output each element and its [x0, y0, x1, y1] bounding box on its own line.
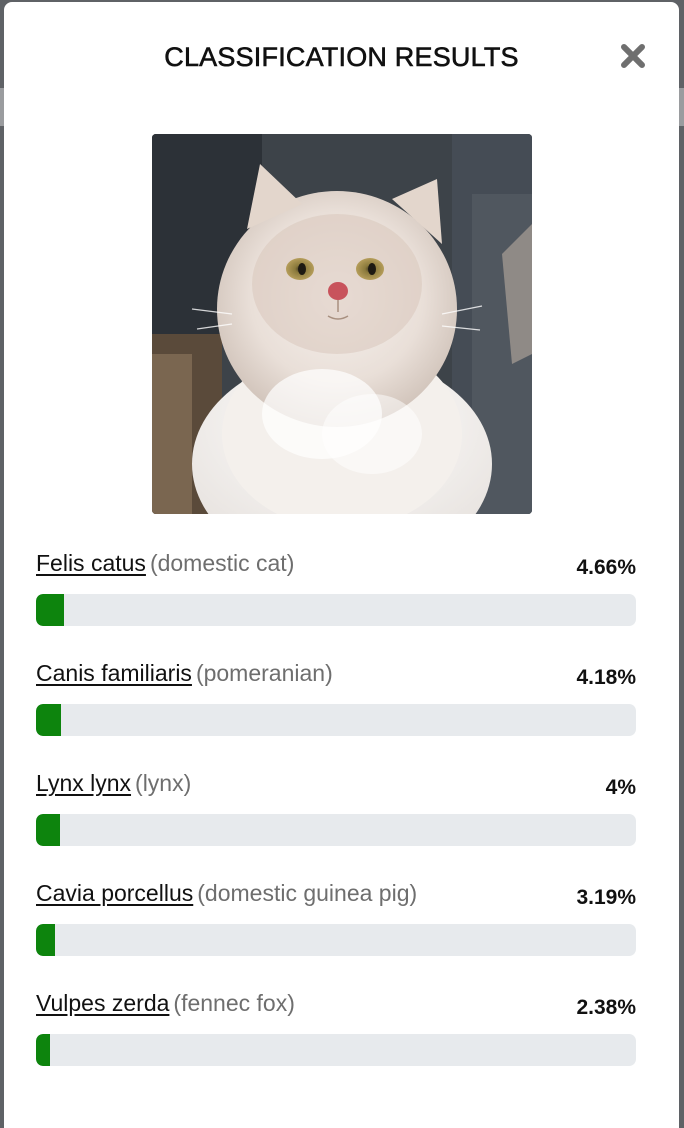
- common-name: (domestic cat): [149, 550, 295, 576]
- classified-photo: [152, 134, 532, 514]
- classification-modal: CLASSIFICATION RESULTS Felis catus (dome…: [4, 2, 679, 1128]
- confidence-bar: [36, 704, 636, 736]
- common-name: (pomeranian): [195, 660, 333, 686]
- cat-photo-illustration: [152, 134, 532, 514]
- confidence-percent: 3.19%: [576, 886, 636, 909]
- confidence-bar-fill: [36, 704, 62, 736]
- result-item: Vulpes zerda (fennec fox) 2.38%: [36, 990, 636, 1100]
- confidence-bar-fill: [36, 1034, 51, 1066]
- confidence-bar-fill: [36, 594, 64, 626]
- confidence-bar-fill: [36, 924, 56, 956]
- species-link[interactable]: Lynx lynx: [36, 770, 131, 796]
- common-name: (fennec fox): [173, 990, 295, 1016]
- result-item: Canis familiaris (pomeranian) 4.18%: [36, 660, 636, 770]
- confidence-percent: 4.66%: [576, 556, 636, 579]
- species-link[interactable]: Felis catus: [36, 550, 146, 576]
- close-button[interactable]: [619, 42, 647, 70]
- species-link[interactable]: Cavia porcellus: [36, 880, 193, 906]
- confidence-bar: [36, 594, 636, 626]
- confidence-bar: [36, 924, 636, 956]
- confidence-bar-fill: [36, 814, 60, 846]
- species-link[interactable]: Vulpes zerda: [36, 990, 169, 1016]
- result-item: Cavia porcellus (domestic guinea pig) 3.1…: [36, 880, 636, 990]
- common-name: (domestic guinea pig): [197, 880, 418, 906]
- confidence-percent: 4.18%: [576, 666, 636, 689]
- result-item: Lynx lynx (lynx) 4%: [36, 770, 636, 880]
- result-item: Felis catus (domestic cat) 4.66%: [36, 550, 636, 660]
- confidence-bar: [36, 814, 636, 846]
- close-icon: [621, 44, 645, 68]
- results-list: Felis catus (domestic cat) 4.66% Canis fa…: [36, 550, 636, 1100]
- confidence-bar: [36, 1034, 636, 1066]
- confidence-percent: 4%: [605, 776, 636, 799]
- common-name: (lynx): [135, 770, 192, 796]
- species-link[interactable]: Canis familiaris: [36, 660, 192, 686]
- confidence-percent: 2.38%: [576, 996, 636, 1019]
- modal-title: CLASSIFICATION RESULTS: [164, 42, 519, 73]
